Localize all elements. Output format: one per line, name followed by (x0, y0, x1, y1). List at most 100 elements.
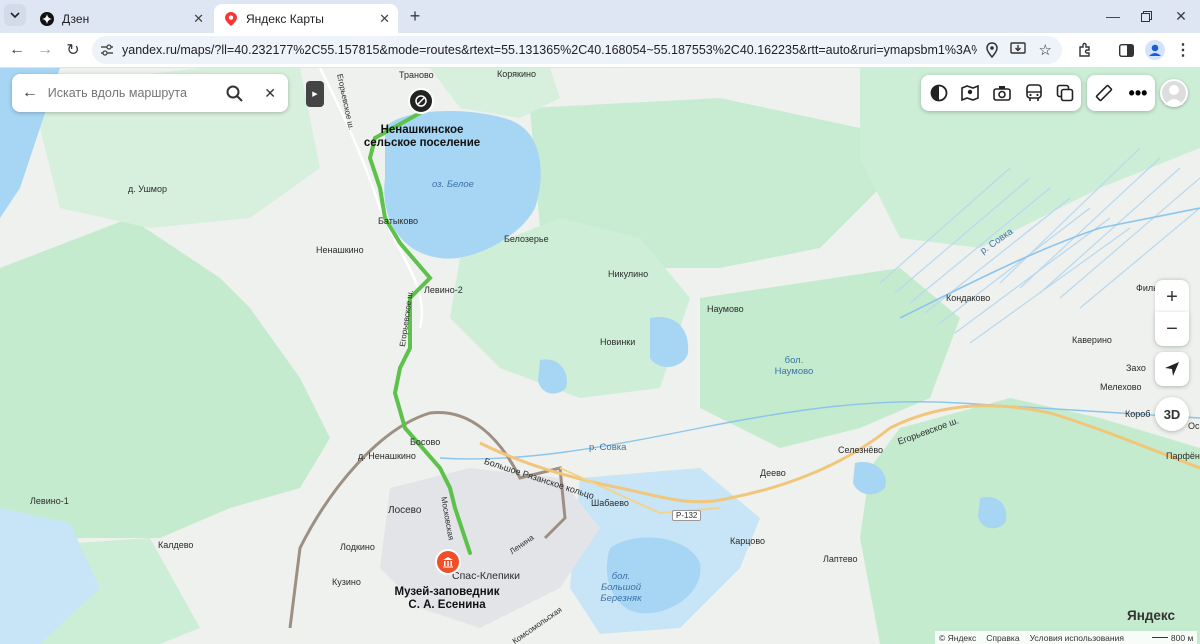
traffic-layers-icon[interactable] (1049, 75, 1081, 111)
yandex-maps-pin-icon (224, 11, 238, 26)
place-label: Батыково (378, 216, 419, 226)
forward-icon[interactable]: → (32, 37, 58, 63)
side-panel-icon[interactable] (1113, 37, 1139, 63)
install-app-icon[interactable] (1010, 42, 1026, 59)
camera-icon[interactable] (986, 75, 1018, 111)
map-tools-toolbar: ••• (1087, 75, 1155, 111)
place-label: Ненашкино (316, 245, 364, 255)
dzen-icon (40, 11, 54, 26)
map-scale: 800 м (1151, 632, 1194, 643)
place-label: Карцово (730, 536, 765, 546)
place-label: Левино-1 (30, 496, 69, 506)
tab-yandex-maps[interactable]: Яндекс Карты ✕ (214, 4, 398, 33)
place-label: Кондаково (946, 293, 991, 303)
panorama-map-icon[interactable] (955, 75, 987, 111)
museum-marker[interactable] (435, 549, 461, 575)
route-search-panel: ← ✕ (12, 74, 288, 112)
tab-title: Яндекс Карты (246, 11, 324, 26)
museum-icon (443, 557, 453, 568)
search-icon[interactable] (217, 85, 253, 102)
swamp-label: бол. Наумово (774, 355, 814, 377)
swamp-label: бол. Большой Березняк (600, 571, 642, 604)
place-label: Ос (1188, 421, 1200, 431)
new-tab-button[interactable]: + (402, 3, 428, 29)
place-label: Новинки (600, 337, 636, 347)
tab-dzen[interactable]: Дзен ✕ (30, 4, 212, 33)
place-label: Захо (1126, 363, 1146, 373)
location-pin-icon[interactable] (986, 42, 998, 61)
my-location-button[interactable] (1155, 352, 1189, 386)
search-along-route-input[interactable] (47, 86, 217, 100)
map-layers-toolbar (921, 75, 1081, 111)
place-label: д. Ушмор (128, 184, 167, 194)
extensions-icon[interactable] (1072, 37, 1098, 63)
yandex-logo[interactable]: Яндекс (1127, 608, 1175, 623)
map-canvas (0, 68, 1200, 644)
collapse-panel-icon[interactable]: ▶ (306, 81, 324, 107)
user-avatar-icon (1165, 85, 1183, 105)
zoom-in-button[interactable]: + (1155, 280, 1189, 314)
tab-title: Дзен (62, 11, 90, 26)
address-bar[interactable]: yandex.ru/maps/?ll=40.232177%2C55.157815… (92, 36, 1062, 64)
city-label: Спас-Клепики (452, 570, 520, 582)
map-footer: © Яндекс Справка Условия использования 8… (935, 631, 1198, 644)
place-label: Лосево (388, 505, 422, 516)
place-label: Короб (1125, 409, 1151, 419)
place-label: Траново (399, 70, 434, 80)
river-label: р. Совка (589, 442, 627, 453)
more-dots-icon[interactable]: ••• (1121, 75, 1155, 111)
transit-bus-icon[interactable] (1018, 75, 1050, 111)
place-label: Парфён (1166, 451, 1200, 461)
lake-label: оз. Белое (432, 179, 474, 190)
close-window-icon[interactable]: ✕ (1168, 3, 1194, 29)
place-label: Лаптево (823, 554, 858, 564)
place-label: Лодкино (340, 542, 375, 552)
ruler-icon[interactable] (1087, 75, 1121, 111)
browser-toolbar: ← → ↻ yandex.ru/maps/?ll=40.232177%2C55.… (0, 33, 1200, 68)
place-label: Белозерье (504, 234, 549, 244)
map-viewport[interactable]: Траново Корякино Ненашкинское сельское п… (0, 68, 1200, 644)
back-arrow-icon[interactable]: ← (12, 84, 48, 102)
3d-button[interactable]: 3D (1155, 397, 1189, 431)
browser-tab-bar: Дзен ✕ Яндекс Карты ✕ + — ✕ (0, 0, 1200, 33)
place-label: Шабаево (591, 498, 629, 508)
hatched-circle-icon (415, 95, 427, 107)
profile-avatar-icon[interactable] (1142, 37, 1168, 63)
zoom-out-button[interactable]: − (1155, 312, 1189, 346)
place-label: Левино-2 (424, 285, 463, 295)
close-tab-icon[interactable]: ✕ (379, 11, 390, 27)
place-label: Мелехово (1100, 382, 1142, 392)
place-label: Наумово (707, 304, 744, 314)
restore-icon[interactable] (1133, 3, 1159, 29)
browser-menu-icon[interactable]: ⋮ (1170, 37, 1196, 63)
url-text: yandex.ru/maps/?ll=40.232177%2C55.157815… (122, 43, 977, 57)
place-label: Никулино (608, 269, 649, 279)
bookmark-star-icon[interactable]: ☆ (1039, 41, 1052, 59)
help-link[interactable]: Справка (986, 633, 1019, 643)
place-label: Калдево (158, 540, 194, 550)
clear-close-icon[interactable]: ✕ (252, 85, 288, 102)
terms-link[interactable]: Условия использования (1030, 633, 1124, 643)
layers-icon[interactable] (923, 75, 955, 111)
route-start-label: Ненашкинское сельское поселение (363, 124, 481, 149)
route-start-marker[interactable] (408, 88, 434, 114)
reload-icon[interactable]: ↻ (60, 37, 86, 63)
place-label: Селезнёво (838, 445, 884, 455)
close-tab-icon[interactable]: ✕ (193, 11, 204, 27)
place-label: Корякино (497, 69, 536, 79)
road-number-label: Р-132 (672, 510, 702, 521)
back-icon[interactable]: ← (4, 37, 30, 63)
place-label: Деево (760, 468, 786, 478)
scale-label: 800 м (1170, 632, 1194, 643)
place-label: д. Ненашкино (358, 451, 416, 461)
place-label: Каверино (1072, 335, 1112, 345)
navigation-arrow-icon (1165, 362, 1179, 376)
place-label: Кузино (332, 577, 361, 587)
place-label: Босово (410, 437, 441, 447)
copyright-link[interactable]: © Яндекс (939, 633, 976, 643)
route-end-label: Музей-заповедник С. А. Есенина (394, 586, 500, 611)
minimize-icon[interactable]: — (1100, 3, 1126, 29)
site-settings-icon[interactable] (92, 44, 122, 56)
tab-search-icon[interactable] (4, 4, 26, 26)
user-avatar[interactable] (1160, 79, 1188, 107)
